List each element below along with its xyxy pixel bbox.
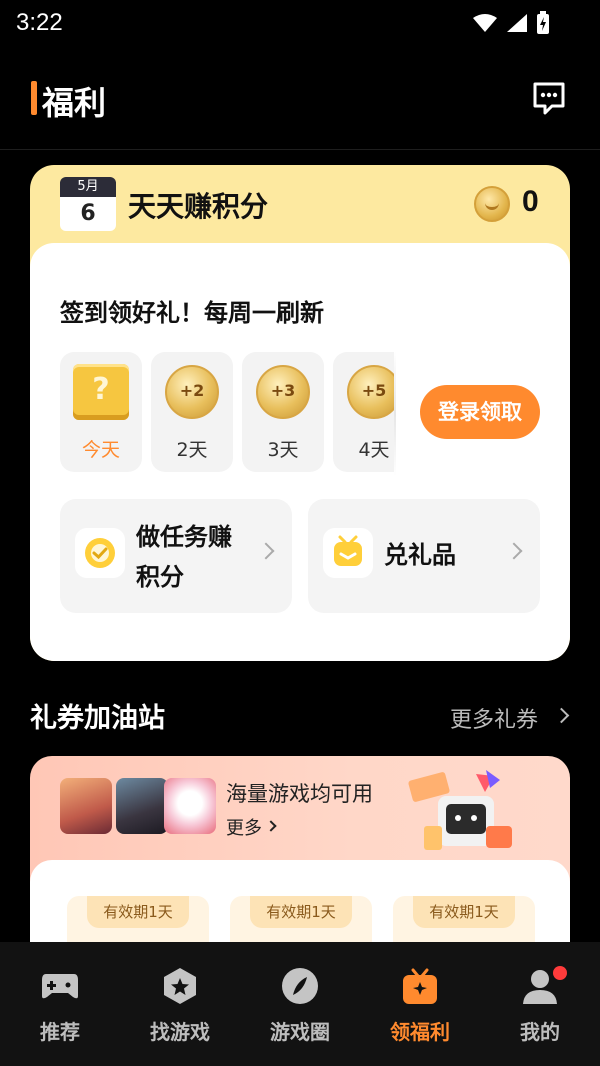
wifi-icon: [473, 14, 497, 32]
chevron-right-icon: [505, 542, 523, 560]
tab-label: 推荐: [40, 1020, 80, 1044]
gift-box-icon: [403, 968, 437, 1004]
banner-more-link[interactable]: 更多: [226, 814, 262, 840]
voucher-card[interactable]: 有效期1天: [230, 896, 372, 942]
points-title: 天天赚积分: [128, 190, 269, 223]
tab-welfare[interactable]: 领福利: [360, 966, 480, 1045]
redeem-gifts-button[interactable]: 兑礼品: [308, 499, 540, 613]
status-icons: [472, 11, 550, 35]
banner-text: 海量游戏均可用: [226, 782, 373, 806]
robot-mascot-illustration: [408, 770, 512, 850]
voucher-validity: 有效期1天: [413, 896, 515, 928]
message-icon[interactable]: [532, 80, 566, 116]
checkin-day-today[interactable]: ? 今天: [60, 352, 142, 472]
mystery-box-icon: ?: [73, 364, 129, 420]
coupon-section-title: 礼券加油站: [30, 703, 165, 734]
status-time: 3:22: [16, 9, 63, 36]
day-label: 2天: [176, 439, 208, 461]
calendar-day: 6: [60, 197, 116, 231]
gamepad-icon: [42, 974, 78, 999]
redeem-label: 兑礼品: [384, 541, 456, 569]
bottom-tab-bar: 推荐 找游戏 游戏圈 领福利 我的: [0, 942, 600, 1066]
day-reward: +5: [361, 381, 387, 400]
voucher-validity: 有效期1天: [87, 896, 189, 928]
signal-icon: [507, 14, 527, 32]
more-coupons-link[interactable]: 更多礼券: [450, 702, 538, 734]
points-count: 0: [522, 185, 539, 218]
game-thumbnail: [164, 778, 216, 834]
coin-icon: +2: [165, 365, 219, 419]
day-reward: +2: [179, 381, 205, 400]
page-title: 福利: [42, 84, 107, 122]
check-circle-icon: [75, 528, 125, 578]
title-accent-bar: [31, 81, 37, 115]
tab-profile[interactable]: 我的: [480, 966, 600, 1045]
chevron-right-icon[interactable]: [553, 707, 570, 724]
coin-icon: +5: [347, 365, 396, 419]
hexagon-star-icon: [164, 968, 196, 1004]
task-label-line1: 做任务赚: [136, 523, 232, 551]
day-label: 4天: [358, 439, 390, 461]
day-reward: +3: [270, 381, 296, 400]
tab-recommend[interactable]: 推荐: [0, 966, 120, 1045]
voucher-card[interactable]: 有效期1天: [393, 896, 535, 942]
status-bar: 3:22: [0, 0, 600, 48]
battery-icon: [537, 11, 549, 34]
coin-icon: [474, 186, 510, 222]
tab-find-games[interactable]: 找游戏: [120, 966, 240, 1045]
tab-label: 找游戏: [150, 1020, 210, 1044]
page-header: 福利: [0, 58, 600, 150]
gift-icon: [323, 528, 373, 578]
points-card: 5月 6 天天赚积分 0 签到领好礼！每周一刷新 ? 今天 +2 2天 +3 3…: [30, 165, 570, 661]
chevron-right-icon: [257, 542, 275, 560]
chevron-right-icon: [265, 820, 277, 832]
checkin-day-2[interactable]: +2 2天: [151, 352, 233, 472]
coupon-banner[interactable]: 海量游戏均可用 更多 有效期1天 有效期1天 有效期1天: [30, 756, 570, 942]
voucher-validity: 有效期1天: [250, 896, 352, 928]
coin-icon: +3: [256, 365, 310, 419]
compass-icon: [282, 968, 318, 1004]
checkin-days: ? 今天 +2 2天 +3 3天 +5 4天: [60, 352, 396, 472]
checkin-day-3[interactable]: +3 3天: [242, 352, 324, 472]
notification-dot: [553, 966, 567, 980]
earn-points-task-button[interactable]: 做任务赚 积分: [60, 499, 292, 613]
checkin-day-4[interactable]: +5 4天: [333, 352, 396, 472]
day-label: 3天: [267, 439, 299, 461]
calendar-icon: 5月 6: [60, 177, 116, 231]
days-divider: [394, 352, 396, 476]
voucher-card[interactable]: 有效期1天: [67, 896, 209, 942]
game-thumbnail: [60, 778, 112, 834]
checkin-panel: 签到领好礼！每周一刷新 ? 今天 +2 2天 +3 3天 +5 4天 登录领取: [30, 243, 570, 661]
tab-label: 游戏圈: [270, 1020, 330, 1044]
task-label-line2: 积分: [136, 563, 184, 591]
tab-label: 我的: [520, 1020, 560, 1044]
claim-button[interactable]: 登录领取: [420, 385, 540, 439]
day-label: 今天: [81, 439, 120, 461]
checkin-subtitle: 签到领好礼！每周一刷新: [60, 299, 324, 327]
calendar-month: 5月: [60, 177, 116, 197]
tab-label: 领福利: [390, 1020, 450, 1044]
game-thumbnail: [116, 778, 168, 834]
tab-game-circle[interactable]: 游戏圈: [240, 966, 360, 1045]
